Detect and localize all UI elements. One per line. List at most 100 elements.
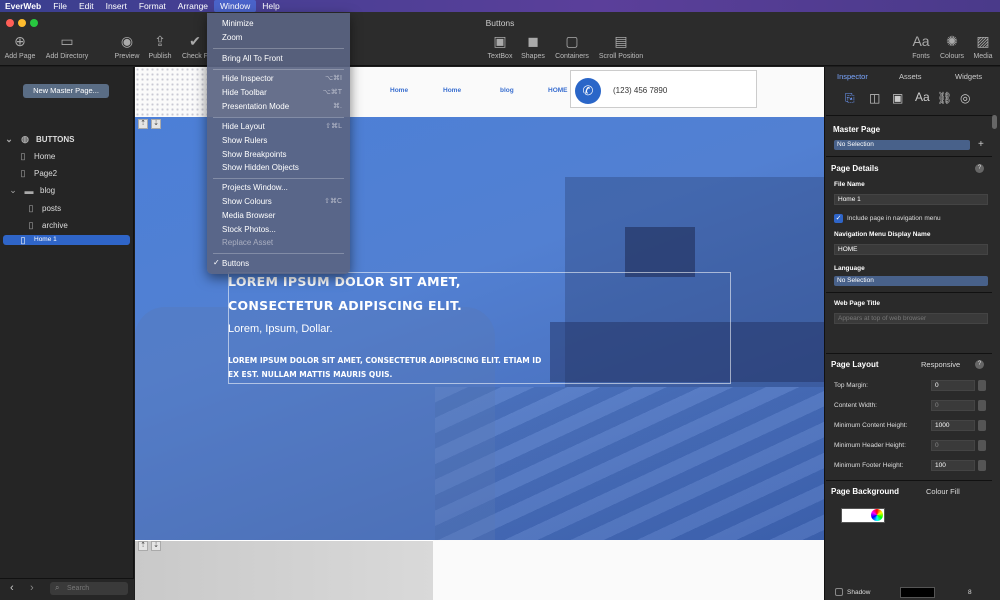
sidebar-search-input[interactable]: Search — [50, 582, 128, 595]
shortcut-label: ⌥⌘I — [324, 75, 342, 82]
shape-inspector-icon[interactable]: ◫ — [869, 91, 880, 105]
min-footer-label: Minimum Footer Height: — [834, 462, 904, 469]
sidebar-item-blog[interactable]: ⌄ ▬ blog — [0, 182, 134, 199]
page-icon: ▯ — [28, 220, 34, 230]
add-directory-icon: ▭ — [60, 32, 74, 49]
textbox-icon: ▣ — [493, 32, 507, 49]
menu-item-show-colours[interactable]: Show Colours ⇧⌘C — [222, 196, 342, 208]
include-nav-checkbox[interactable]: ✓ — [834, 214, 843, 223]
sidebar-item-home[interactable]: ▯ Home — [0, 148, 134, 165]
text-inspector-icon[interactable]: Aa — [915, 90, 930, 104]
web-title-input[interactable]: Appears at top of web browser — [834, 313, 988, 324]
nav-link-blog[interactable]: blog — [500, 87, 514, 94]
containers-button[interactable]: ▢ Containers — [549, 32, 595, 61]
layout-inspector-icon[interactable]: ▣ — [892, 91, 903, 105]
hero-headline-1: LOREM IPSUM DOLOR SIT AMET, — [228, 274, 461, 289]
menu-item-show-breakpoints[interactable]: Show Breakpoints — [222, 149, 342, 161]
help-icon[interactable]: ? — [975, 360, 984, 369]
min-footer-input[interactable]: 100 — [931, 460, 975, 471]
stepper-icon[interactable] — [978, 380, 986, 391]
shadow-checkbox[interactable] — [835, 588, 843, 596]
move-down-icon[interactable]: ⇣ — [151, 119, 161, 129]
window-menu-dropdown: Minimize Zoom Bring All To Front Hide In… — [207, 13, 350, 274]
sidebar-item-page2[interactable]: ▯ Page2 — [0, 165, 134, 182]
help-icon[interactable]: ? — [975, 164, 984, 173]
nav-link-home-active[interactable]: HOME — [548, 87, 568, 94]
menu-item-media-browser[interactable]: Media Browser — [222, 210, 342, 222]
menu-item-zoom[interactable]: Zoom — [222, 32, 342, 44]
menu-item-hide-toolbar[interactable]: Hide Toolbar ⌥⌘T — [222, 87, 342, 99]
menu-item-projects-window[interactable]: Projects Window... — [222, 182, 342, 194]
menu-item-buttons-window[interactable]: Buttons — [222, 258, 342, 270]
stepper-icon[interactable] — [978, 400, 986, 411]
stepper-icon[interactable] — [978, 440, 986, 451]
scroll-icon: ▤ — [614, 32, 628, 49]
menu-item-show-hidden-objects[interactable]: Show Hidden Objects — [222, 162, 342, 174]
top-margin-input[interactable]: 0 — [931, 380, 975, 391]
folder-icon: ▬ — [24, 185, 34, 196]
move-down-icon-2[interactable]: ⇣ — [151, 541, 161, 551]
language-select[interactable]: No Selection — [834, 276, 988, 286]
sidebar-item-archive[interactable]: ▯ archive — [0, 217, 134, 234]
scroll-position-button[interactable]: ▤ Scroll Position — [598, 32, 644, 61]
page-inspector-icon[interactable]: ⎘ — [845, 91, 855, 106]
site-root[interactable]: ⌄ ◍ BUTTONS — [0, 131, 134, 148]
menu-item-bring-all-front[interactable]: Bring All To Front — [222, 53, 342, 65]
web-title-label: Web Page Title — [834, 300, 880, 307]
min-header-input[interactable]: 0 — [931, 440, 975, 451]
shadow-value[interactable]: 8 — [968, 589, 972, 596]
stepper-icon[interactable] — [978, 420, 986, 431]
nav-link-home-2[interactable]: Home — [443, 87, 461, 94]
layout-mode-select[interactable]: Responsive — [921, 360, 960, 369]
inspector-scrollbar[interactable] — [992, 115, 997, 129]
app-menu[interactable]: EverWeb — [0, 0, 47, 12]
nav-link-home[interactable]: Home — [390, 87, 408, 94]
language-label: Language — [834, 265, 865, 272]
tab-assets[interactable]: Assets — [899, 72, 922, 81]
fonts-icon: Aa — [912, 33, 930, 49]
min-content-input[interactable]: 1000 — [931, 420, 975, 431]
move-up-icon[interactable]: ⇡ — [138, 119, 148, 129]
menu-item-minimize[interactable]: Minimize — [222, 18, 342, 30]
content-width-input[interactable]: 0 — [931, 400, 975, 411]
bg-mode-select[interactable]: Colour Fill — [926, 487, 960, 496]
file-name-input[interactable]: Home 1 — [834, 194, 988, 205]
shortcut-label: ⌘. — [333, 103, 342, 110]
sidebar-item-posts[interactable]: ▯ posts — [0, 200, 134, 217]
nav-display-input[interactable]: HOME — [834, 244, 988, 255]
new-master-page-button[interactable]: New Master Page... — [23, 84, 109, 98]
menu-arrange[interactable]: Arrange — [172, 0, 214, 12]
media-button[interactable]: ▨ Media — [960, 32, 1000, 61]
menu-file[interactable]: File — [47, 0, 73, 12]
add-directory-button[interactable]: ▭ Add Directory — [44, 32, 90, 61]
tab-widgets[interactable]: Widgets — [955, 72, 982, 81]
add-page-button[interactable]: ⊕ Add Page — [0, 32, 43, 61]
menu-item-presentation-mode[interactable]: Presentation Mode ⌘. — [222, 101, 342, 113]
sidebar-item-home-1[interactable]: ▯ Home 1 — [3, 235, 130, 245]
menu-item-stock-photos[interactable]: Stock Photos... — [222, 224, 342, 236]
menu-item-hide-layout[interactable]: Hide Layout ⇧⌘L — [222, 121, 342, 133]
add-master-icon[interactable]: + — [978, 139, 984, 150]
settings-inspector-icon[interactable]: ◎ — [960, 91, 970, 105]
stepper-icon[interactable] — [978, 460, 986, 471]
hero-subline: Lorem, Ipsum, Dollar. — [228, 323, 333, 335]
colour-wheel-icon[interactable] — [871, 509, 883, 521]
include-nav-label: Include page in navigation menu — [847, 215, 941, 222]
menu-help[interactable]: Help — [256, 0, 285, 12]
menu-edit[interactable]: Edit — [73, 0, 100, 12]
forward-arrow-icon[interactable]: › — [30, 582, 34, 594]
menu-item-hide-inspector[interactable]: Hide Inspector ⌥⌘I — [222, 73, 342, 85]
move-up-icon-2[interactable]: ⇡ — [138, 541, 148, 551]
page-details-heading: Page Details — [831, 164, 879, 173]
menu-insert[interactable]: Insert — [100, 0, 133, 12]
menu-format[interactable]: Format — [133, 0, 172, 12]
menu-item-show-rulers[interactable]: Show Rulers — [222, 135, 342, 147]
menu-window[interactable]: Window — [214, 0, 257, 12]
bottom-image[interactable] — [135, 540, 433, 600]
dot-pattern — [135, 67, 207, 117]
back-arrow-icon[interactable]: ‹ — [10, 582, 14, 594]
master-page-select[interactable]: No Selection — [834, 140, 970, 150]
tab-inspector[interactable]: Inspector — [837, 72, 868, 81]
shadow-colour-swatch[interactable] — [900, 587, 935, 598]
link-inspector-icon[interactable]: ⛓ — [937, 91, 952, 105]
